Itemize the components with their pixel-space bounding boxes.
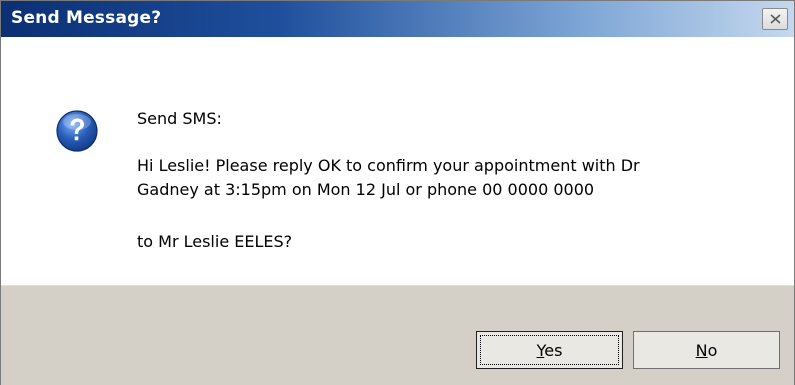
message-body-line-2: Gadney at 3:15pm on Mon 12 Jul or phone … [137,180,595,199]
close-icon [770,14,781,24]
message-recipient: to Mr Leslie EELES? [137,232,293,251]
message-heading: Send SMS: [137,109,222,128]
window-title: Send Message? [11,8,162,28]
title-bar[interactable]: Send Message? [1,1,794,37]
question-icon [56,110,98,152]
yes-button[interactable]: Yes [476,331,623,369]
button-bar: Yes No [1,285,794,385]
message-body-line-1: Hi Leslie! Please reply OK to confirm yo… [137,156,640,175]
dialog-window: Send Message? Send SMS: Hi Leslie! Pleas… [0,0,795,385]
close-button[interactable] [762,8,788,30]
no-button[interactable]: No [633,331,780,369]
no-button-label: No [695,340,718,360]
yes-button-label: Yes [536,340,563,360]
message-area: Send SMS: Hi Leslie! Please reply OK to … [1,37,794,285]
